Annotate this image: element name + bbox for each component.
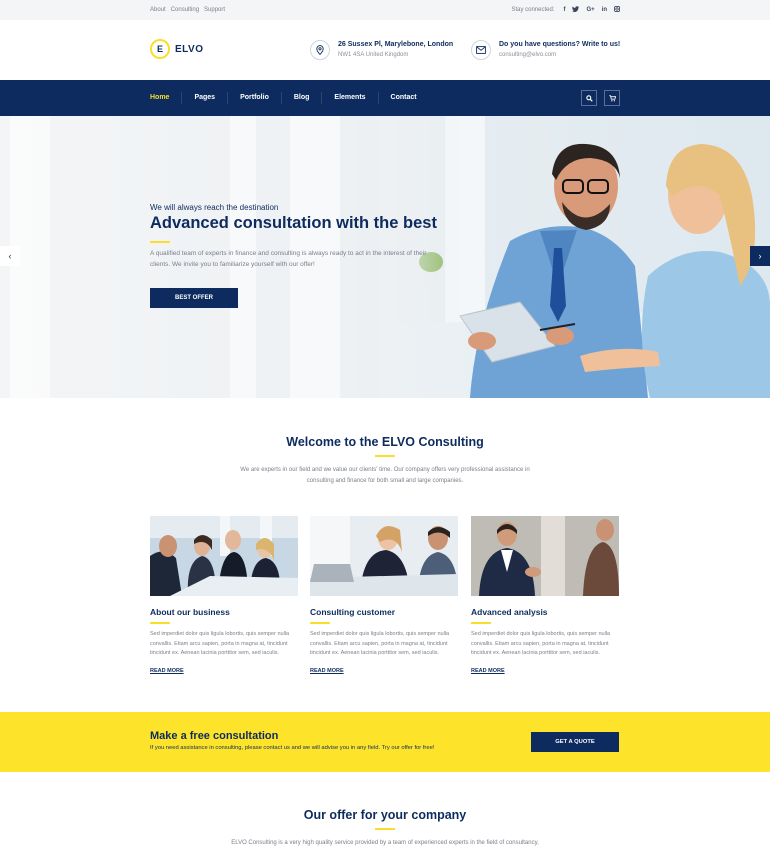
offer-divider xyxy=(375,828,395,830)
card-text: Sed imperdiet dolor quis ligula lobortis… xyxy=(150,631,290,656)
card-title: Advanced analysis xyxy=(471,607,548,617)
main-nav: Home Pages Portfolio Blog Elements Conta… xyxy=(0,80,770,116)
card-advanced-analysis: Advanced analysis Sed imperdiet dolor qu… xyxy=(471,516,619,677)
questions-title: Do you have questions? Write to us! xyxy=(499,41,621,48)
nav-item-contact[interactable]: Contact xyxy=(379,92,429,104)
contact-email[interactable]: consulting@elvo.com xyxy=(499,52,620,58)
consulting-photo xyxy=(310,516,458,596)
hero-divider xyxy=(150,241,170,243)
card-divider xyxy=(150,622,170,624)
logo-text: ELVO xyxy=(175,43,204,55)
welcome-description: We are experts in our field and we value… xyxy=(240,467,530,484)
facebook-icon[interactable]: f xyxy=(563,7,565,13)
read-more-link[interactable]: READ MORE xyxy=(150,668,184,674)
card-consulting-customer: Consulting customer Sed imperdiet dolor … xyxy=(310,516,458,677)
slider-prev-button[interactable]: ‹ xyxy=(0,246,20,266)
nav-item-portfolio[interactable]: Portfolio xyxy=(228,92,282,104)
linkedin-icon[interactable]: in xyxy=(602,7,607,13)
offer-title: Our offer for your company xyxy=(303,808,467,822)
offer-description: ELVO Consulting is a very high quality s… xyxy=(231,840,539,846)
nav-buttons xyxy=(581,90,620,106)
nav-item-pages[interactable]: Pages xyxy=(182,92,229,104)
top-link-about[interactable]: About xyxy=(150,7,166,13)
logo-mark: E xyxy=(150,39,170,59)
instagram-icon[interactable] xyxy=(614,6,620,14)
top-links: About Consulting Support xyxy=(150,7,225,13)
address-sub: NW1 4SA United Kingdom xyxy=(338,52,409,58)
location-pin-icon xyxy=(310,40,330,60)
envelope-icon xyxy=(471,40,491,60)
welcome-divider xyxy=(375,455,395,457)
stay-connected-label: Stay connected: xyxy=(511,7,555,13)
cta-description: If you need assistance in consulting, pl… xyxy=(150,745,435,751)
best-offer-button[interactable]: BEST OFFER xyxy=(150,288,238,308)
welcome-title: Welcome to the ELVO Consulting xyxy=(286,435,484,449)
hero-description: A qualified team of experts in finance a… xyxy=(150,250,427,268)
slider-next-button[interactable]: › xyxy=(750,246,770,266)
site-header: E ELVO 26 Sussex Pl, Marylebone, London … xyxy=(0,20,770,80)
hero-slider: We will always reach the destination Adv… xyxy=(0,116,770,398)
address-block: 26 Sussex Pl, Marylebone, London NW1 4SA… xyxy=(310,40,453,60)
address-title: 26 Sussex Pl, Marylebone, London xyxy=(338,41,454,48)
google-plus-icon[interactable]: G+ xyxy=(586,7,594,13)
card-divider xyxy=(310,622,330,624)
logo[interactable]: E ELVO xyxy=(150,39,203,59)
nav-item-blog[interactable]: Blog xyxy=(282,92,323,104)
nav-item-home[interactable]: Home xyxy=(150,92,183,104)
card-divider xyxy=(471,622,491,624)
hero-title: Advanced consultation with the best xyxy=(150,214,437,232)
cart-icon xyxy=(608,94,616,101)
card-about-business: About our business Sed imperdiet dolor q… xyxy=(150,516,298,677)
read-more-link[interactable]: READ MORE xyxy=(310,668,344,674)
meeting-photo xyxy=(150,516,298,596)
read-more-link[interactable]: READ MORE xyxy=(471,668,505,674)
card-image[interactable] xyxy=(471,516,619,596)
consultants-photo xyxy=(380,116,770,398)
nav-item-elements[interactable]: Elements xyxy=(322,92,379,104)
card-image[interactable] xyxy=(150,516,298,596)
questions-block: Do you have questions? Write to us! cons… xyxy=(471,40,620,60)
cta-title: Make a free consultation xyxy=(150,730,279,742)
get-quote-button[interactable]: GET A QUOTE xyxy=(531,732,619,752)
top-link-support[interactable]: Support xyxy=(204,7,225,13)
hero-subtitle: We will always reach the destination xyxy=(150,203,279,212)
chevron-right-icon: › xyxy=(758,251,762,261)
card-text: Sed imperdiet dolor quis ligula lobortis… xyxy=(471,631,611,656)
analysis-photo xyxy=(471,516,619,596)
card-image[interactable] xyxy=(310,516,458,596)
chevron-left-icon: ‹ xyxy=(8,251,12,261)
cart-button[interactable] xyxy=(604,90,620,106)
twitter-icon[interactable] xyxy=(572,6,580,14)
nav-items: Home Pages Portfolio Blog Elements Conta… xyxy=(150,80,429,116)
top-bar: About Consulting Support Stay connected:… xyxy=(0,0,770,20)
social-links: Stay connected: f G+ in xyxy=(511,6,620,14)
search-button[interactable] xyxy=(581,90,597,106)
search-icon xyxy=(585,94,593,102)
card-title: About our business xyxy=(150,607,230,617)
top-link-consulting[interactable]: Consulting xyxy=(171,7,199,13)
card-title: Consulting customer xyxy=(310,607,396,617)
consultation-banner: Make a free consultation If you need ass… xyxy=(0,712,770,772)
card-text: Sed imperdiet dolor quis ligula lobortis… xyxy=(310,631,450,656)
